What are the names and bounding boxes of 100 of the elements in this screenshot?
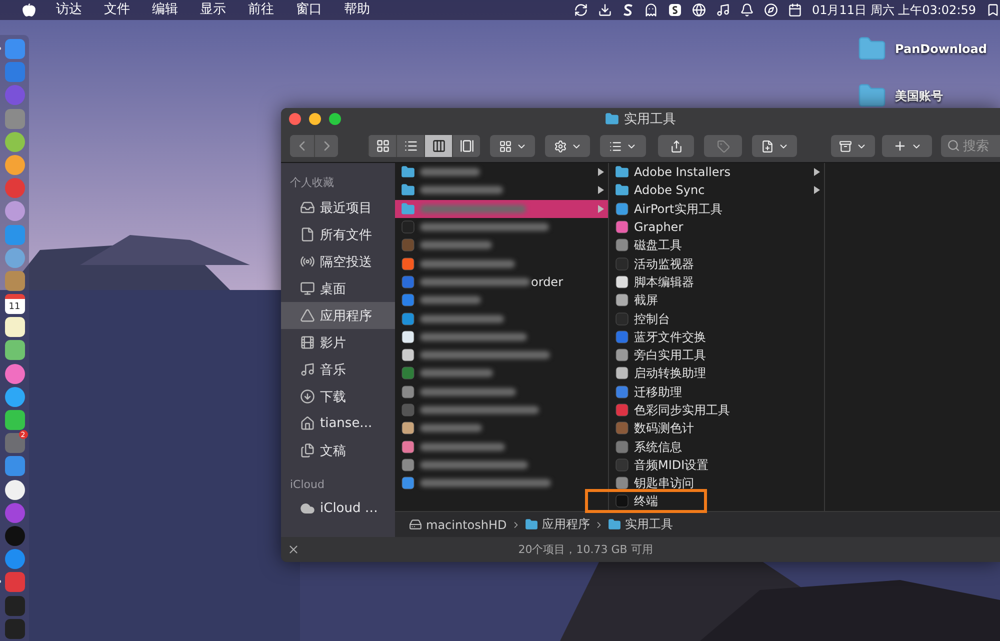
tray-icon xyxy=(300,200,315,215)
grid-icon xyxy=(376,139,390,153)
sidebar-item[interactable]: 所有文件 xyxy=(281,221,395,248)
minimize-button[interactable] xyxy=(309,113,321,125)
file-row[interactable]: order xyxy=(395,272,608,292)
app-icon xyxy=(615,403,629,417)
file-row[interactable]: 终端 xyxy=(585,489,707,514)
compass-icon[interactable] xyxy=(764,3,778,17)
menu-item[interactable]: 文件 xyxy=(104,0,130,20)
sidebar-item[interactable]: tianse... xyxy=(281,410,395,437)
app-icon xyxy=(615,440,629,454)
settings-icon xyxy=(554,140,566,152)
file-row[interactable]: 活动监视器 xyxy=(609,254,824,273)
folder-icon xyxy=(615,165,629,180)
app-icon[interactable] xyxy=(4,410,24,430)
calendar-icon[interactable] xyxy=(788,3,802,17)
sort-button[interactable] xyxy=(600,135,646,157)
share-button[interactable] xyxy=(658,135,694,157)
file-row[interactable]: 旁白实用工具 xyxy=(609,346,824,364)
globe-icon[interactable] xyxy=(692,3,706,17)
app-icon xyxy=(615,202,629,216)
zoom-button[interactable] xyxy=(329,113,341,125)
folder-icon xyxy=(608,518,621,531)
app-icon xyxy=(615,312,629,326)
app-icon xyxy=(401,458,415,472)
close-icon[interactable] xyxy=(287,543,300,556)
menu-item[interactable]: 访达 xyxy=(56,0,82,20)
columns-icon xyxy=(432,139,446,153)
file-row[interactable]: AirPort实用工具 xyxy=(609,200,824,218)
sidebar-item[interactable]: 桌面 xyxy=(281,275,395,302)
new-file-button[interactable] xyxy=(752,135,797,157)
rounded-square-icon[interactable] xyxy=(668,3,682,17)
sidebar-item[interactable]: 音乐 xyxy=(281,356,395,383)
file-row[interactable]: 截屏 xyxy=(609,291,824,310)
menu-item[interactable]: 窗口 xyxy=(296,0,322,20)
app-icon[interactable] xyxy=(4,317,24,338)
file-row[interactable] xyxy=(395,200,608,218)
file-row[interactable]: Grapher xyxy=(609,218,824,236)
file-row[interactable]: 数码测色计 xyxy=(609,419,824,438)
disclosure-arrow xyxy=(814,168,820,176)
file-row[interactable]: 磁盘工具 xyxy=(609,236,824,254)
app-icon xyxy=(615,256,629,271)
app-icon xyxy=(401,384,415,399)
sidebar-item[interactable]: 最近项目 xyxy=(281,194,395,221)
blurred-label xyxy=(420,241,492,250)
gallery-icon xyxy=(460,139,474,153)
calendar-app-icon[interactable]: 11 xyxy=(4,294,24,314)
app-icon xyxy=(615,458,629,472)
close-button[interactable] xyxy=(289,113,301,125)
gallery-view-tab[interactable] xyxy=(452,135,480,157)
column-view-tab[interactable] xyxy=(424,135,452,157)
sidebar-item[interactable]: 应用程序 xyxy=(281,302,395,329)
share-icon xyxy=(670,140,682,152)
menu-clock[interactable]: 01月11日 周六 上午03:02:59 xyxy=(812,2,976,18)
menu-item[interactable]: 编辑 xyxy=(152,0,178,20)
app-icon xyxy=(615,366,629,380)
path-item[interactable]: macintoshHD xyxy=(426,518,507,532)
file-row[interactable]: 控制台 xyxy=(609,309,824,328)
music-note-icon[interactable] xyxy=(716,3,730,17)
file-row[interactable]: 脚本编辑器 xyxy=(609,272,824,292)
ghost-icon[interactable] xyxy=(644,3,658,17)
file-row[interactable]: 蓝牙文件交换 xyxy=(609,328,824,346)
disclosure-arrow xyxy=(598,204,604,213)
sidebar-item[interactable]: iCloud … xyxy=(281,495,395,522)
download-icon[interactable] xyxy=(598,3,612,17)
file-row[interactable]: Adobe Installers xyxy=(609,163,824,182)
desktop-icon-label[interactable]: 美国账号 xyxy=(895,88,943,104)
forward-button[interactable] xyxy=(314,135,338,157)
file-row[interactable]: 系统信息 xyxy=(609,437,824,456)
film-icon xyxy=(300,335,315,350)
search-field[interactable]: 搜索 xyxy=(941,135,1000,157)
file-row[interactable]: 音频MIDI设置 xyxy=(609,456,824,474)
file-row[interactable]: 启动转换助理 xyxy=(609,364,824,383)
bookmark-icon[interactable] xyxy=(986,3,1000,17)
archive-button[interactable] xyxy=(831,135,875,157)
bell-icon[interactable] xyxy=(740,3,754,17)
file-row[interactable]: 迁移助理 xyxy=(609,382,824,401)
menu-item[interactable]: 帮助 xyxy=(344,0,370,20)
file-name: order xyxy=(531,274,563,289)
desktop-icon-label[interactable]: PanDownload xyxy=(895,42,987,56)
file-row[interactable]: Adobe Sync xyxy=(609,181,824,200)
file-row[interactable]: 色彩同步实用工具 xyxy=(609,400,824,420)
sidebar-item[interactable]: 隔空投送 xyxy=(281,248,395,275)
disclosure-arrow xyxy=(598,168,604,176)
menu-item[interactable]: 显示 xyxy=(200,0,226,20)
path-item[interactable]: 实用工具 xyxy=(624,516,673,533)
sidebar-item[interactable]: 下载 xyxy=(281,383,395,410)
action-button[interactable] xyxy=(545,135,590,157)
app-icon[interactable] xyxy=(4,340,24,360)
path-item[interactable]: 应用程序 xyxy=(542,516,590,533)
group-button[interactable] xyxy=(490,135,535,157)
refresh-icon[interactable] xyxy=(574,3,588,17)
squiggle-icon[interactable] xyxy=(622,3,634,17)
sidebar-item[interactable]: 影片 xyxy=(281,329,395,356)
sidebar-item[interactable]: 文稿 xyxy=(281,437,395,464)
triangle-icon xyxy=(300,308,315,323)
add-button[interactable] xyxy=(882,135,932,157)
apple-logo-icon[interactable] xyxy=(22,3,36,17)
menu-item[interactable]: 前往 xyxy=(248,0,274,20)
music-note-icon xyxy=(300,362,315,377)
